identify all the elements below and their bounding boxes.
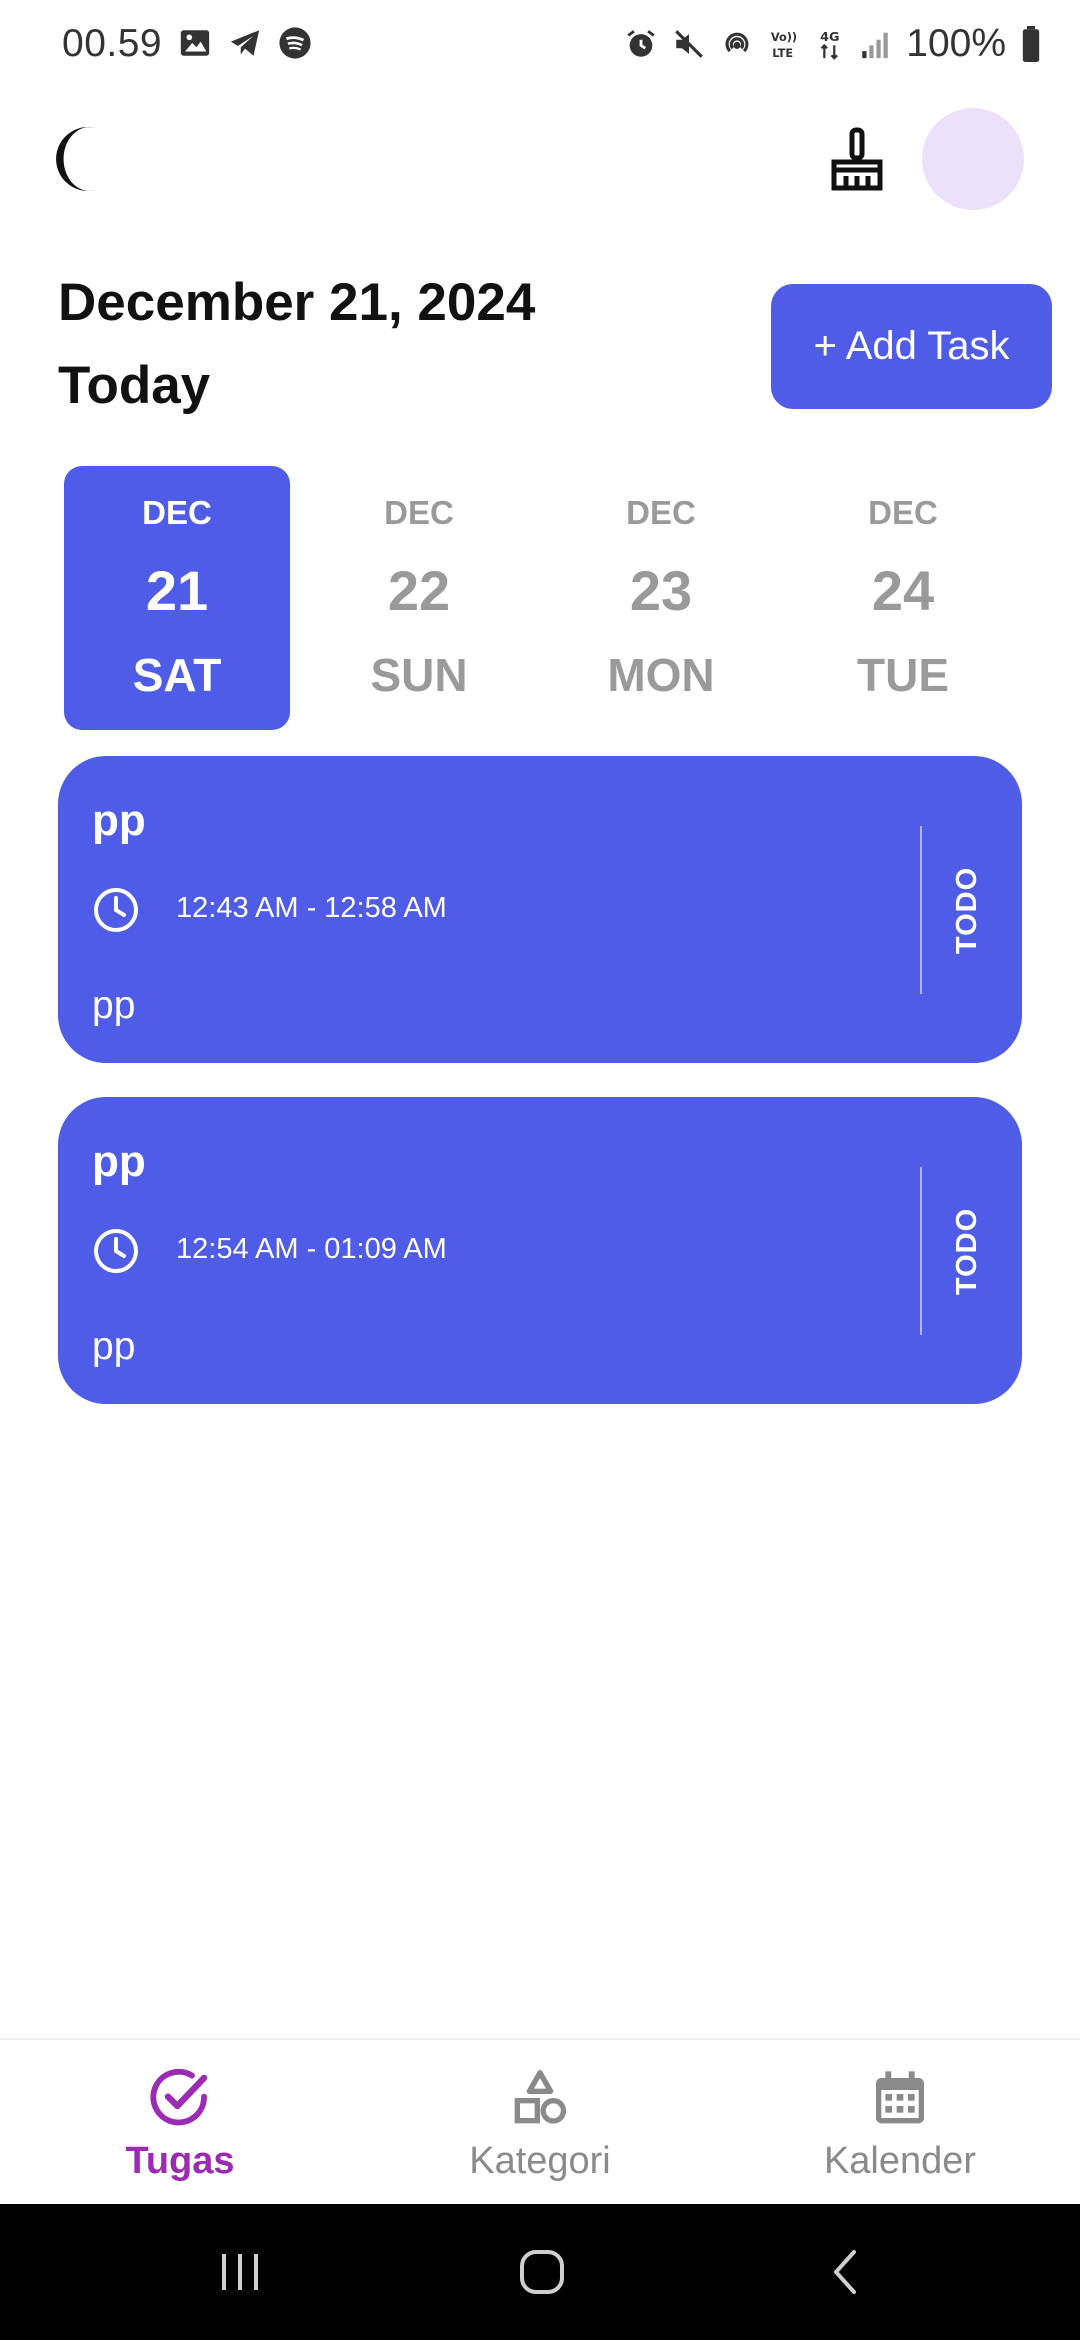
alarm-icon [627,30,655,57]
today-subtitle: Today [58,356,211,415]
task-time-range: 12:43 AM - 12:58 AM [176,892,447,924]
nav-label: Tugas [125,2140,235,2182]
user-avatar[interactable] [922,108,1024,210]
4g-icon: 4G [820,30,840,60]
app-screen: 00.59 Vo)) LTE 4G 100% December 21, 2024 … [0,0,1080,2340]
recent-apps-icon[interactable] [210,2242,270,2302]
broom-clean-icon[interactable] [826,126,888,194]
date-weekday: TUE [857,649,949,701]
svg-text:Vo)): Vo)) [771,30,797,44]
svg-text:LTE: LTE [773,46,794,60]
status-bar: 00.59 Vo)) LTE 4G 100% [0,0,1080,90]
status-time: 00.59 [62,22,163,65]
image-icon [180,30,210,56]
task-card[interactable]: pp 12:43 AM - 12:58 AM pp TODO [58,756,1022,1063]
date-day: 23 [629,559,693,622]
bottom-navigation: Tugas Kategori Kalender [0,2038,1080,2204]
task-description: pp [92,1325,136,1368]
nav-label: Kategori [469,2140,611,2182]
clock-icon [94,1229,138,1273]
date-month: DEC [384,494,454,531]
date-item-dec-22[interactable]: DEC 22 SUN [306,466,532,730]
battery-percentage: 100% [906,22,1006,65]
task-title: pp [92,796,146,845]
task-time-range: 12:54 AM - 01:09 AM [176,1233,447,1265]
spotify-icon [279,27,311,59]
date-weekday: SAT [132,649,222,701]
home-icon[interactable] [512,2242,572,2302]
calendar-icon [876,2071,924,2124]
nav-label: Kalender [823,2140,977,2182]
divider [920,826,922,994]
add-task-button[interactable]: + Add Task [771,284,1052,409]
current-date-title: December 21, 2024 [58,273,536,332]
date-item-dec-23[interactable]: DEC 23 MON [548,466,774,730]
telegram-icon [230,30,260,56]
task-card[interactable]: pp 12:54 AM - 01:09 AM pp TODO [58,1097,1022,1404]
date-day: 21 [145,559,209,622]
signal-icon [862,32,888,59]
date-item-dec-21[interactable]: DEC 21 SAT [64,466,290,730]
shapes-icon [514,2070,567,2124]
date-weekday: SUN [370,649,468,701]
date-day: 24 [871,559,935,622]
nav-item-kategori[interactable]: Kategori [360,2040,720,2206]
hotspot-icon [725,32,749,53]
clock-icon [94,888,138,932]
task-title: pp [92,1137,146,1186]
task-status-label: TODO [951,1207,984,1295]
date-month: DEC [626,494,696,531]
volte-icon: Vo)) LTE [771,30,797,60]
divider [920,1167,922,1335]
back-icon[interactable] [816,2242,876,2302]
nav-item-tugas[interactable]: Tugas [0,2040,360,2206]
task-description: pp [92,984,136,1027]
check-circle-icon [150,2068,208,2126]
date-month: DEC [868,494,938,531]
date-picker-strip: DEC 21 SAT DEC 22 SUN DEC 23 MON DEC 24 … [64,466,1030,730]
nav-item-kalender[interactable]: Kalender [720,2040,1080,2206]
date-weekday: MON [607,649,715,701]
battery-icon [1022,26,1040,62]
svg-text:4G: 4G [820,30,839,45]
date-month: DEC [142,494,212,531]
task-status-label: TODO [951,866,984,954]
mute-icon [675,30,704,58]
date-item-dec-24[interactable]: DEC 24 TUE [790,466,1016,730]
date-day: 22 [387,559,451,622]
system-navigation-bar [0,2204,1080,2340]
dark-mode-moon-icon[interactable] [56,124,112,194]
